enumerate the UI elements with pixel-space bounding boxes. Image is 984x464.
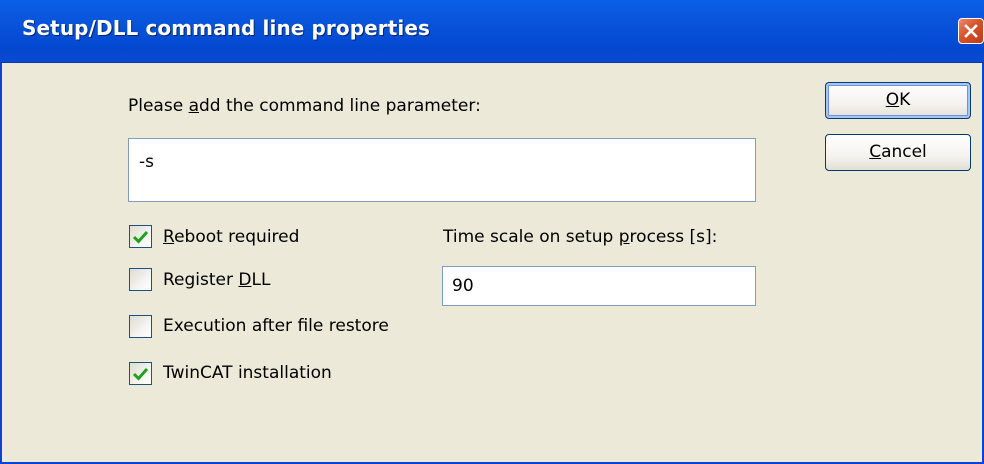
close-button[interactable] bbox=[958, 18, 984, 44]
cancel-button[interactable]: Cancel bbox=[825, 134, 971, 171]
close-icon bbox=[964, 24, 978, 38]
register-dll-checkbox[interactable] bbox=[129, 268, 152, 291]
time-scale-label: Time scale on setup process [s]: bbox=[443, 227, 718, 247]
reboot-required-label[interactable]: Reboot required bbox=[163, 227, 299, 247]
execution-after-restore-label[interactable]: Execution after file restore bbox=[163, 316, 389, 336]
dialog-window: Setup/DLL command line properties Please… bbox=[0, 0, 984, 464]
dialog-title: Setup/DLL command line properties bbox=[22, 16, 431, 40]
command-line-value: -s bbox=[139, 152, 154, 172]
reboot-required-checkbox[interactable] bbox=[129, 225, 152, 248]
checkmark-icon bbox=[132, 367, 149, 381]
register-dll-label[interactable]: Register DLL bbox=[163, 270, 270, 290]
command-line-label: Please add the command line parameter: bbox=[128, 96, 481, 116]
execution-after-restore-checkbox[interactable] bbox=[129, 315, 152, 338]
time-scale-value: 90 bbox=[452, 276, 474, 296]
twincat-installation-label[interactable]: TwinCAT installation bbox=[163, 363, 332, 383]
command-line-input[interactable]: -s bbox=[128, 138, 756, 202]
ok-button[interactable]: OK bbox=[825, 82, 971, 119]
time-scale-input[interactable]: 90 bbox=[442, 266, 756, 306]
twincat-installation-checkbox[interactable] bbox=[129, 362, 152, 385]
checkmark-icon bbox=[132, 230, 149, 244]
title-bar[interactable]: Setup/DLL command line properties bbox=[0, 0, 984, 63]
